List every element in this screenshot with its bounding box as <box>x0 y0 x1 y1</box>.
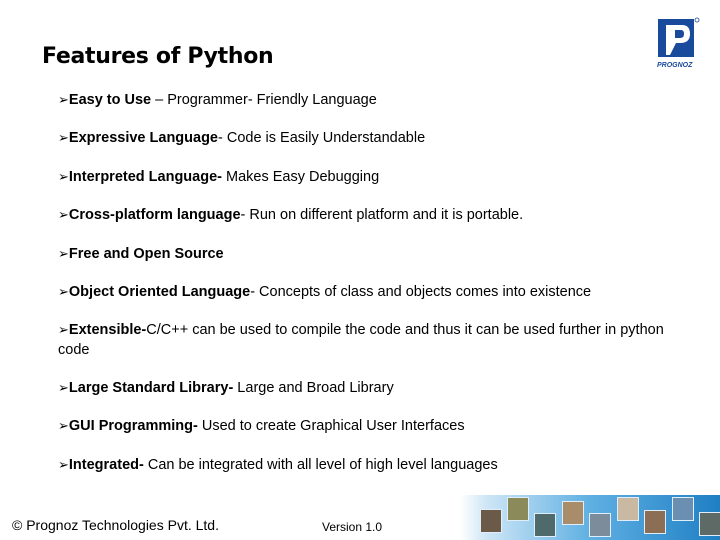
photo-thumbnail <box>507 497 529 521</box>
arrow-bullet-icon: ➢ <box>58 418 69 433</box>
list-item: ➢Expressive Language- Code is Easily Und… <box>58 130 426 146</box>
arrow-bullet-icon: ➢ <box>58 457 69 472</box>
arrow-bullet-icon: ➢ <box>58 322 69 337</box>
prognoz-logo-icon: PROGNOZ <box>657 17 700 69</box>
footer-version: Version 1.0 <box>322 520 383 534</box>
list-item: ➢Interpreted Language- Makes Easy Debugg… <box>58 169 380 185</box>
list-item: ➢Easy to Use – Programmer- Friendly Lang… <box>58 92 377 108</box>
photo-thumbnail <box>699 512 720 536</box>
slide-title: Features of Python <box>42 44 274 69</box>
photo-thumbnail <box>589 513 611 537</box>
arrow-bullet-icon: ➢ <box>58 169 69 184</box>
footer-photo-strip <box>460 495 720 540</box>
photo-thumbnail <box>480 509 502 533</box>
arrow-bullet-icon: ➢ <box>58 207 69 222</box>
photo-thumbnail <box>562 501 584 525</box>
prognoz-logo: PROGNOZ <box>656 17 700 69</box>
arrow-bullet-icon: ➢ <box>58 284 69 299</box>
photo-thumbnail <box>672 497 694 521</box>
list-item: ➢Extensible-C/C++ can be used to compile… <box>58 322 664 358</box>
svg-text:PROGNOZ: PROGNOZ <box>657 62 693 69</box>
photo-thumbnail <box>534 513 556 537</box>
list-item: ➢Large Standard Library- Large and Broad… <box>58 380 394 396</box>
arrow-bullet-icon: ➢ <box>58 380 69 395</box>
list-item: ➢Free and Open Source <box>58 246 224 262</box>
footer-copyright: © Prognoz Technologies Pvt. Ltd. <box>12 517 219 533</box>
list-item: ➢GUI Programming- Used to create Graphic… <box>58 418 465 434</box>
arrow-bullet-icon: ➢ <box>58 246 69 261</box>
photo-thumbnail <box>617 497 639 521</box>
list-item: ➢Integrated- Can be integrated with all … <box>58 457 498 473</box>
photo-thumbnail <box>644 510 666 534</box>
arrow-bullet-icon: ➢ <box>58 92 69 107</box>
list-item: ➢Cross-platform language- Run on differe… <box>58 207 524 223</box>
list-item: ➢Object Oriented Language- Concepts of c… <box>58 284 592 300</box>
arrow-bullet-icon: ➢ <box>58 130 69 145</box>
